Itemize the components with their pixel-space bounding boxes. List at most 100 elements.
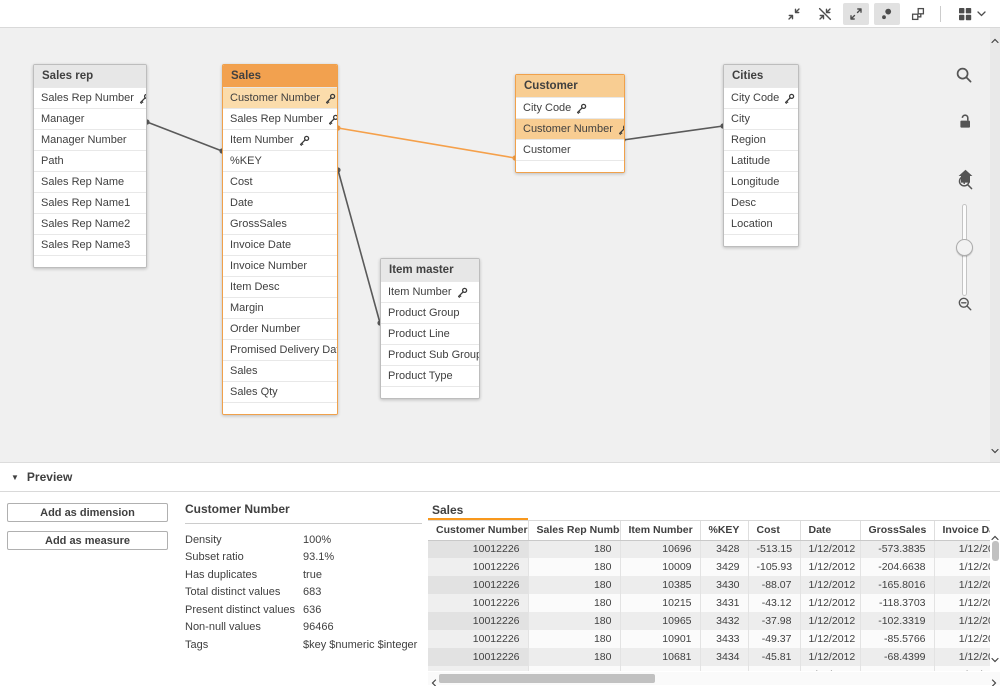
field-location[interactable]: Location xyxy=(724,213,798,234)
field-product-line[interactable]: Product Line xyxy=(381,323,479,344)
column-header-item-number[interactable]: Item Number xyxy=(620,521,700,540)
field-sales-rep-name3[interactable]: Sales Rep Name3 xyxy=(34,234,146,255)
scroll-left-icon[interactable] xyxy=(431,674,437,686)
field-sales-rep-name2[interactable]: Sales Rep Name2 xyxy=(34,213,146,234)
stat-label: Density xyxy=(185,534,303,546)
grid-vscroll-thumb[interactable] xyxy=(992,541,999,561)
field-margin[interactable]: Margin xyxy=(223,297,337,318)
field-product-type[interactable]: Product Type xyxy=(381,365,479,386)
model-table-sales-rep[interactable]: Sales repSales Rep NumberManagerManager … xyxy=(33,64,147,268)
stat-value: true xyxy=(303,569,322,581)
search-button[interactable] xyxy=(955,67,973,85)
column-header-key[interactable]: %KEY xyxy=(700,521,748,540)
field-key[interactable]: %KEY xyxy=(223,150,337,171)
field-sales-qty[interactable]: Sales Qty xyxy=(223,381,337,402)
field-city-code[interactable]: City Code xyxy=(516,97,624,118)
model-canvas[interactable]: Sales repSales Rep NumberManagerManager … xyxy=(0,28,1000,462)
stat-label: Subset ratio xyxy=(185,551,303,563)
grid-vertical-scrollbar[interactable] xyxy=(990,528,1000,668)
key-icon xyxy=(139,93,146,104)
zoom-in-button-icon-holder[interactable] xyxy=(956,175,974,193)
zoom-slider-thumb[interactable] xyxy=(956,239,973,256)
field-promised-delivery-date[interactable]: Promised Delivery Date xyxy=(223,339,337,360)
field-product-group[interactable]: Product Group xyxy=(381,302,479,323)
add-as-dimension-button[interactable]: Add as dimension xyxy=(7,503,168,522)
grid-cell: 1/12/2012 xyxy=(934,540,990,558)
field-item-number[interactable]: Item Number xyxy=(223,129,337,150)
field-city-code[interactable]: City Code xyxy=(724,87,798,108)
field-manager-number[interactable]: Manager Number xyxy=(34,129,146,150)
source-table-view-icon xyxy=(910,6,926,22)
grid-cell: -513.15 xyxy=(748,540,800,558)
column-header-sales-rep-number[interactable]: Sales Rep Number xyxy=(528,521,620,540)
column-header-customer-number[interactable]: Customer Number xyxy=(428,521,528,540)
add-as-measure-button[interactable]: Add as measure xyxy=(7,531,168,550)
field-sales-rep-name1[interactable]: Sales Rep Name1 xyxy=(34,192,146,213)
unlock-button[interactable] xyxy=(956,114,974,132)
zoom-slider[interactable] xyxy=(961,204,969,296)
field-invoice-number[interactable]: Invoice Number xyxy=(223,255,337,276)
column-header-invoice-date[interactable]: Invoice Date xyxy=(934,521,990,540)
field-sales-rep-number[interactable]: Sales Rep Number xyxy=(223,108,337,129)
field-region[interactable]: Region xyxy=(724,129,798,150)
scroll-down-icon[interactable] xyxy=(991,441,999,459)
grid-hscroll-thumb[interactable] xyxy=(439,674,655,683)
internal-table-view-button[interactable] xyxy=(874,3,900,25)
field-city[interactable]: City xyxy=(724,108,798,129)
source-table-view-button[interactable] xyxy=(905,3,931,25)
field-sales-rep-name[interactable]: Sales Rep Name xyxy=(34,171,146,192)
field-customer[interactable]: Customer xyxy=(516,139,624,160)
field-order-number[interactable]: Order Number xyxy=(223,318,337,339)
field-manager[interactable]: Manager xyxy=(34,108,146,129)
layout-menu-button[interactable] xyxy=(950,3,992,25)
grid-cell: -43.56 xyxy=(748,666,800,671)
field-cost[interactable]: Cost xyxy=(223,171,337,192)
expand-all-button[interactable] xyxy=(843,3,869,25)
canvas-vertical-scrollbar[interactable] xyxy=(990,28,1000,462)
field-path[interactable]: Path xyxy=(34,150,146,171)
field-label: Item Number xyxy=(388,286,452,298)
model-table-item-master[interactable]: Item masterItem NumberProduct GroupProdu… xyxy=(380,258,480,399)
scroll-right-icon[interactable] xyxy=(991,674,997,686)
model-table-cities[interactable]: CitiesCity CodeCityRegionLatitudeLongitu… xyxy=(723,64,799,247)
preview-actions: Add as dimension Add as measure xyxy=(7,503,168,559)
field-customer-number[interactable]: Customer Number xyxy=(516,118,624,139)
column-header-cost[interactable]: Cost xyxy=(748,521,800,540)
field-summary: Customer Number Density100%Subset ratio9… xyxy=(185,502,422,654)
scroll-down-icon[interactable] xyxy=(991,650,999,668)
collapse-remove-links-button[interactable] xyxy=(812,3,838,25)
field-longitude[interactable]: Longitude xyxy=(724,171,798,192)
field-product-sub-group[interactable]: Product Sub Group xyxy=(381,344,479,365)
field-item-number[interactable]: Item Number xyxy=(381,281,479,302)
field-date[interactable]: Date xyxy=(223,192,337,213)
field-label: Product Line xyxy=(388,328,450,340)
column-header-grosssales[interactable]: GrossSales xyxy=(860,521,934,540)
stat-value: 96466 xyxy=(303,621,334,633)
field-item-desc[interactable]: Item Desc xyxy=(223,276,337,297)
scroll-up-icon[interactable] xyxy=(991,31,999,49)
field-invoice-date[interactable]: Invoice Date xyxy=(223,234,337,255)
column-header-date[interactable]: Date xyxy=(800,521,860,540)
model-table-customer[interactable]: CustomerCity CodeCustomer NumberCustomer xyxy=(515,74,625,173)
grid-cell: 10696 xyxy=(620,540,700,558)
expand-all-icon xyxy=(848,6,864,22)
zoom-out-icon xyxy=(957,296,973,315)
grid-cell: 1/12/2012 xyxy=(800,648,860,666)
field-desc[interactable]: Desc xyxy=(724,192,798,213)
field-customer-number[interactable]: Customer Number xyxy=(223,87,337,108)
stat-label: Tags xyxy=(185,639,303,651)
model-table-sales[interactable]: SalesCustomer NumberSales Rep NumberItem… xyxy=(222,64,338,415)
field-grosssales[interactable]: GrossSales xyxy=(223,213,337,234)
grid-cell: 3430 xyxy=(700,576,748,594)
field-label: Latitude xyxy=(731,155,770,167)
field-latitude[interactable]: Latitude xyxy=(724,150,798,171)
field-label: Invoice Date xyxy=(230,239,291,251)
collapse-all-button[interactable] xyxy=(781,3,807,25)
preview-toggle[interactable]: ▼ Preview xyxy=(0,463,1000,492)
grid-horizontal-scrollbar[interactable] xyxy=(428,672,1000,685)
grid-cell: 1/12/2012 xyxy=(934,576,990,594)
grid-cell: 1/12/2012 xyxy=(800,630,860,648)
field-sales[interactable]: Sales xyxy=(223,360,337,381)
field-sales-rep-number[interactable]: Sales Rep Number xyxy=(34,87,146,108)
zoom-out-button[interactable] xyxy=(956,296,974,314)
